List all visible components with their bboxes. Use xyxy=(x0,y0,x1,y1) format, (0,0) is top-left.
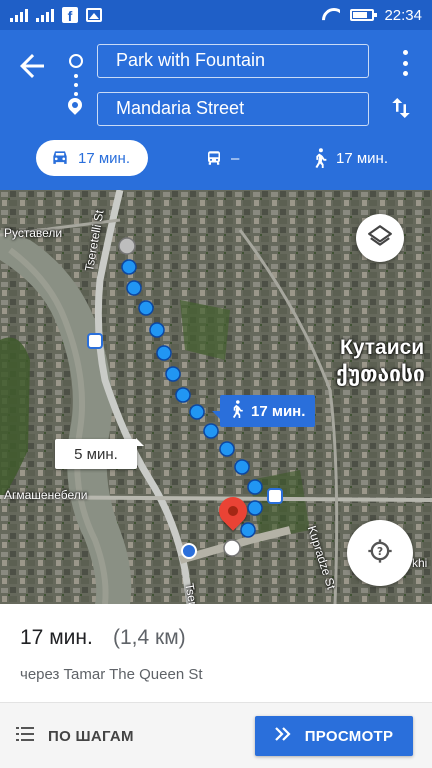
back-arrow-icon[interactable] xyxy=(14,48,50,84)
travel-mode-tabs: 17 мин. – 17 мин. xyxy=(0,138,432,182)
status-bar: f 22:34 xyxy=(0,0,432,30)
steps-button[interactable]: ПО ШАГАМ xyxy=(16,719,134,753)
map-label-city-ka: ქუთაისი xyxy=(336,363,425,386)
map-label: Руставели xyxy=(4,226,63,240)
tab-walk[interactable]: 17 мин. xyxy=(312,140,388,176)
transit-stop-icon xyxy=(87,333,103,349)
tab-walk-label: 17 мин. xyxy=(336,149,388,167)
list-icon xyxy=(16,727,34,745)
transit-stop-icon xyxy=(267,488,283,504)
facebook-icon: f xyxy=(62,7,78,24)
swap-icon[interactable] xyxy=(386,92,416,124)
tab-car[interactable]: 17 мин. xyxy=(36,140,148,176)
bottom-actions: ПО ШАГАМ ПРОСМОТР xyxy=(0,702,432,768)
my-location-button[interactable]: ? xyxy=(347,520,413,586)
location-unknown-icon: ? xyxy=(366,537,394,570)
origin-circle-icon xyxy=(69,54,83,68)
map-label: Агмашенебели xyxy=(4,488,88,502)
bus-icon xyxy=(205,149,223,167)
walk-time-callout[interactable]: 17 мин. xyxy=(211,395,316,427)
layers-button[interactable] xyxy=(356,214,404,262)
wifi-icon xyxy=(322,8,340,22)
preview-button[interactable]: ПРОСМОТР xyxy=(255,716,413,756)
car-time-callout[interactable]: 5 мин. xyxy=(55,438,144,469)
directions-header: Park with Fountain Mandaria Street 17 ми… xyxy=(0,30,432,190)
map-label: khi xyxy=(412,556,428,570)
tab-car-label: 17 мин. xyxy=(78,149,130,167)
signal-icon xyxy=(10,8,28,22)
tab-transit-label: – xyxy=(231,149,240,167)
signal-icon xyxy=(36,8,54,22)
route-connector xyxy=(74,74,78,96)
origin-field[interactable]: Park with Fountain xyxy=(97,44,369,78)
more-options-icon[interactable] xyxy=(400,50,410,76)
route-distance: (1,4 км) xyxy=(113,626,186,649)
car-time-label: 5 мин. xyxy=(74,445,118,463)
svg-text:?: ? xyxy=(377,546,383,558)
route-duration: 17 мин. xyxy=(20,626,93,649)
tab-transit[interactable]: – xyxy=(205,140,239,176)
double-chevron-icon xyxy=(274,727,291,745)
walking-icon xyxy=(230,400,244,422)
destination-pin-icon xyxy=(65,95,85,115)
route-via: через Tamar The Queen St xyxy=(20,666,203,683)
route-start-marker xyxy=(118,237,136,255)
preview-button-label: ПРОСМОТР xyxy=(304,727,394,745)
clock: 22:34 xyxy=(384,6,422,24)
walk-time-label: 17 мин. xyxy=(251,402,306,420)
school-icon xyxy=(181,543,197,559)
car-icon xyxy=(50,149,70,167)
route-summary[interactable]: 17 мин. (1,4 км) через Tamar The Queen S… xyxy=(0,604,432,702)
map-label-city: Кутаиси xyxy=(340,336,425,359)
steps-button-label: ПО ШАГАМ xyxy=(48,727,134,745)
layers-icon xyxy=(367,223,393,254)
map-view[interactable]: Руставели Tseretelli St Кутаиси ქუთაისი … xyxy=(0,190,432,604)
destination-field[interactable]: Mandaria Street xyxy=(97,92,369,126)
walking-icon xyxy=(312,148,328,168)
image-icon xyxy=(86,8,102,22)
route-end-marker xyxy=(223,539,241,557)
battery-icon xyxy=(350,9,378,21)
